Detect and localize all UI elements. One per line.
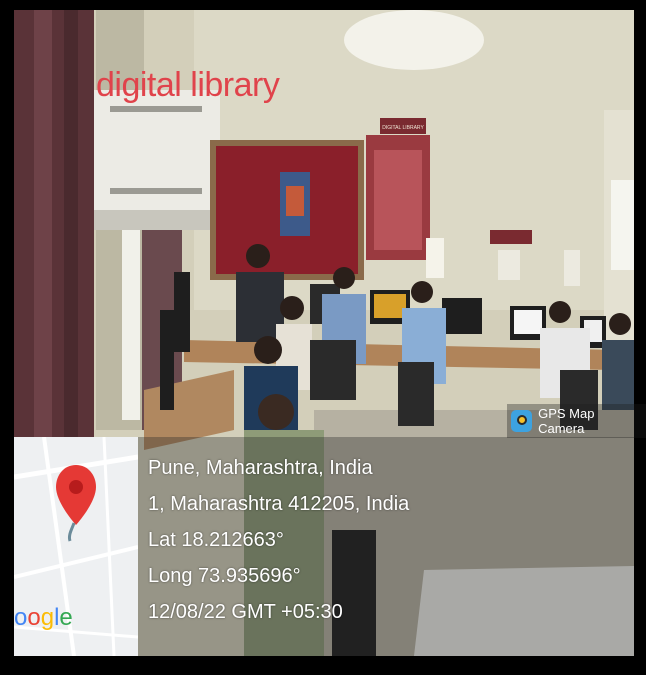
map-pin-icon bbox=[56, 465, 96, 542]
place-name: Pune, Maharashtra, India bbox=[148, 457, 373, 479]
photo-caption: digital library bbox=[96, 66, 280, 104]
camera-app-icon bbox=[511, 410, 533, 432]
latitude: Lat 18.212663° bbox=[148, 529, 284, 551]
address-line: 1, Maharashtra 412205, India bbox=[148, 493, 410, 515]
gps-badge-label: GPS Map Camera bbox=[538, 406, 595, 436]
sign-board-text: DIGITAL LIBRARY bbox=[382, 125, 424, 131]
google-logo: oogle bbox=[14, 604, 73, 631]
screenshot-frame: DIGITAL LIBRARY digital library oogle GP… bbox=[0, 0, 646, 675]
longitude: Long 73.935696° bbox=[148, 565, 301, 587]
datetime: 12/08/22 GMT +05:30 bbox=[148, 601, 343, 623]
location-info: Pune, Maharashtra, India 1, Maharashtra … bbox=[148, 450, 409, 630]
gps-map-camera-badge: GPS Map Camera bbox=[507, 404, 646, 438]
